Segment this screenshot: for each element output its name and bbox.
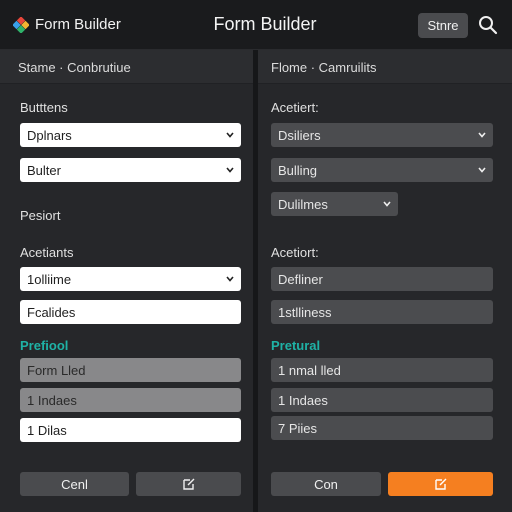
- chevron-down-icon: [226, 276, 234, 282]
- edit-box-icon: [434, 478, 446, 490]
- list-item-label: 1 nmal lled: [278, 363, 341, 378]
- left-panel: Stame · Conbrutiue Butttens Dplnars Bult…: [0, 50, 253, 512]
- chevron-down-icon: [478, 167, 486, 173]
- list-item-label: 1 Dilas: [27, 423, 67, 438]
- section-label: Prefiool: [20, 338, 69, 353]
- list-item[interactable]: 1 Indaes: [271, 388, 493, 412]
- cancel-button[interactable]: Cenl: [20, 472, 129, 496]
- section-label: Acetiert:: [271, 100, 319, 115]
- dropdown-select[interactable]: Dplnars: [20, 123, 241, 147]
- breadcrumb: Stame · Conbrutiue: [0, 50, 253, 84]
- section-label: Acetiort:: [271, 245, 319, 260]
- list-item[interactable]: 1 Indaes: [20, 388, 241, 412]
- confirm-button[interactable]: Con: [271, 472, 381, 496]
- breadcrumb: Flome · Camruilits: [258, 50, 512, 84]
- dropdown-select[interactable]: Bulter: [20, 158, 241, 182]
- list-item-label: Form Lled: [27, 363, 86, 378]
- chevron-down-icon: [226, 132, 234, 138]
- select-value: Bulter: [27, 163, 61, 178]
- select-value: Dulilmes: [278, 197, 328, 212]
- list-item[interactable]: 1 nmal lled: [271, 358, 493, 382]
- top-bar: Form Builder Form Builder Stnre: [0, 0, 512, 50]
- list-item[interactable]: 1 Dilas: [20, 418, 241, 442]
- search-icon[interactable]: [478, 15, 498, 35]
- text-input[interactable]: Fcalides: [20, 300, 241, 324]
- text-field[interactable]: Defliner: [271, 267, 493, 291]
- right-panel: Flome · Camruilits Acetiert: Dsiliers Bu…: [258, 50, 512, 512]
- section-label: Pretural: [271, 338, 321, 353]
- dropdown-select[interactable]: 1olliime: [20, 267, 241, 291]
- select-value: Bulling: [278, 163, 318, 178]
- list-item-label: 7 Piies: [278, 421, 318, 436]
- chevron-down-icon: [383, 201, 391, 207]
- section-label: Pesiort: [20, 208, 61, 223]
- primary-action-button[interactable]: [388, 472, 493, 496]
- text-field[interactable]: 1stlliness: [271, 300, 493, 324]
- list-item-label: 1 Indaes: [27, 393, 77, 408]
- input-value: Fcalides: [27, 305, 76, 320]
- store-button[interactable]: Stnre: [418, 13, 468, 38]
- select-value: Dsiliers: [278, 128, 321, 143]
- list-item[interactable]: 7 Piies: [271, 416, 493, 440]
- select-value: Dplnars: [27, 128, 72, 143]
- edit-button[interactable]: [136, 472, 241, 496]
- dropdown-select[interactable]: Dulilmes: [271, 192, 398, 216]
- confirm-button-label: Con: [314, 476, 338, 492]
- list-item-label: 1 Indaes: [278, 393, 328, 408]
- chevron-down-icon: [478, 132, 486, 138]
- select-value: 1olliime: [27, 272, 72, 287]
- dropdown-select[interactable]: Bulling: [271, 158, 493, 182]
- section-label: Acetiants: [20, 245, 74, 260]
- chevron-down-icon: [226, 167, 234, 173]
- edit-box-icon: [182, 478, 194, 490]
- field-value: 1stlliness: [278, 305, 332, 320]
- section-label: Butttens: [20, 100, 68, 115]
- dropdown-select[interactable]: Dsiliers: [271, 123, 493, 147]
- cancel-button-label: Cenl: [61, 476, 88, 492]
- list-item[interactable]: Form Lled: [20, 358, 241, 382]
- field-value: Defliner: [278, 272, 323, 287]
